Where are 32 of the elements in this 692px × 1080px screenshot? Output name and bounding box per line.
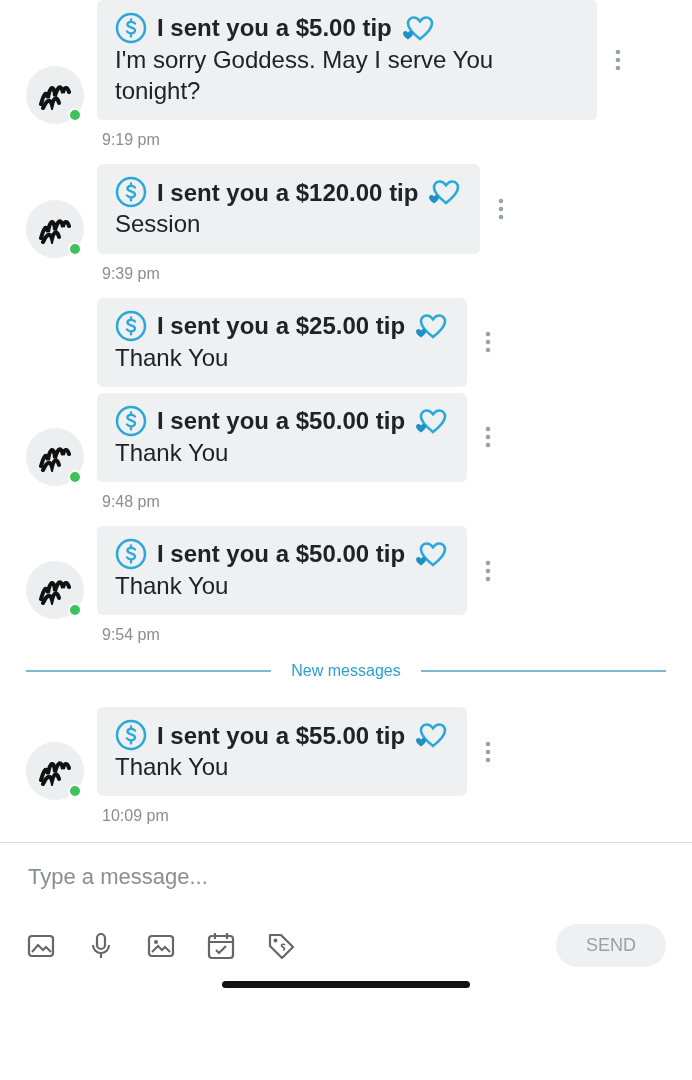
dollar-icon — [115, 12, 147, 44]
dollar-icon — [115, 176, 147, 209]
more-icon[interactable] — [485, 740, 492, 763]
more-icon[interactable] — [485, 331, 492, 354]
more-icon[interactable] — [485, 559, 492, 582]
message-text: Session — [115, 209, 202, 240]
message-text: Thank You — [115, 342, 230, 373]
dollar-icon — [115, 404, 147, 437]
message-text: I'm sorry Goddess. May I serve You tonight? — [115, 45, 495, 107]
message-text: Thank You — [115, 570, 230, 601]
message-text: Thank You — [115, 437, 230, 468]
timestamp: 9:48 pm — [102, 491, 161, 512]
tip-title: I sent you a $55.00 tip — [157, 720, 406, 751]
message-text: Thank You — [115, 752, 230, 783]
tip-title: I sent you a $5.00 tip — [157, 13, 392, 44]
dollar-icon — [115, 719, 147, 752]
tip-title: I sent you a $50.00 tip — [157, 539, 406, 570]
timestamp: 10:09 pm — [102, 806, 170, 827]
tip-title: I sent you a $120.00 tip — [157, 177, 419, 208]
calendar-icon[interactable] — [206, 930, 236, 961]
timestamp: 9:19 pm — [102, 130, 161, 151]
divider-label: New messages — [291, 661, 401, 682]
heart-icon[interactable] — [401, 14, 436, 42]
more-icon[interactable] — [615, 49, 621, 72]
timestamp: 9:39 pm — [102, 263, 161, 284]
dollar-icon — [115, 309, 147, 342]
tip-title: I sent you a $25.00 tip — [157, 310, 406, 341]
more-icon[interactable] — [485, 426, 492, 449]
timestamp: 9:54 pm — [102, 625, 161, 646]
tip-title: I sent you a $50.00 tip — [157, 406, 406, 437]
more-icon[interactable] — [498, 197, 505, 220]
dollar-icon — [115, 537, 147, 570]
